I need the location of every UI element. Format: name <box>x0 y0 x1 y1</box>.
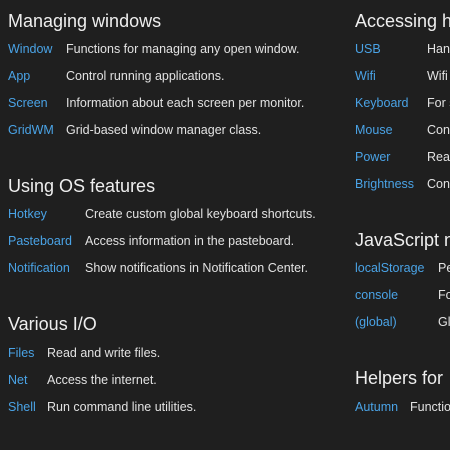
item-description: Control running applications. <box>66 69 225 83</box>
list-item: Hotkey Create custom global keyboard sho… <box>8 201 316 228</box>
list-item: Power Read <box>355 144 450 171</box>
list-item: Files Read and write files. <box>8 340 196 367</box>
section-helpers: Helpers for Autumn Functio <box>355 367 450 421</box>
list-item: App Control running applications. <box>8 63 304 90</box>
item-description: Fo <box>438 288 450 302</box>
list-item: USB Han <box>355 36 450 63</box>
link-app[interactable]: App <box>8 63 66 90</box>
link-net[interactable]: Net <box>8 367 47 394</box>
item-description: Read <box>427 150 450 164</box>
list-item: Keyboard For s <box>355 90 450 117</box>
link-power[interactable]: Power <box>355 144 427 171</box>
list-item: Shell Run command line utilities. <box>8 394 196 421</box>
list-item: Wifi Wifi <box>355 63 450 90</box>
section-title: JavaScript n <box>355 230 450 250</box>
item-description: For s <box>427 96 450 110</box>
list-item: GridWM Grid-based window manager class. <box>8 117 304 144</box>
link-gridwm[interactable]: GridWM <box>8 117 66 144</box>
list-item: Pasteboard Access information in the pas… <box>8 228 316 255</box>
link-brightness[interactable]: Brightness <box>355 171 427 198</box>
list-item: Notification Show notifications in Notif… <box>8 255 316 282</box>
section-javascript: JavaScript n localStorage Pe console Fo … <box>355 229 450 336</box>
item-description: Create custom global keyboard shortcuts. <box>85 207 316 221</box>
item-description: Grid-based window manager class. <box>66 123 262 137</box>
list-item: Brightness Con <box>355 171 450 198</box>
list-item: Screen Information about each screen per… <box>8 90 304 117</box>
link-global[interactable]: (global) <box>355 309 438 336</box>
section-title: Accessing h <box>355 11 450 31</box>
item-list: localStorage Pe console Fo (global) Gl <box>355 255 450 336</box>
link-shell[interactable]: Shell <box>8 394 47 421</box>
item-description: Functions for managing any open window. <box>66 42 300 56</box>
section-managing-windows: Managing windows Window Functions for ma… <box>8 10 304 144</box>
link-screen[interactable]: Screen <box>8 90 66 117</box>
list-item: localStorage Pe <box>355 255 450 282</box>
item-description: Show notifications in Notification Cente… <box>85 261 309 275</box>
list-item: Mouse Con <box>355 117 450 144</box>
item-description: Han <box>427 42 450 56</box>
item-description: Gl <box>438 315 450 329</box>
list-item: Window Functions for managing any open w… <box>8 36 304 63</box>
link-console[interactable]: console <box>355 282 438 309</box>
item-description: Read and write files. <box>47 346 161 360</box>
list-item: (global) Gl <box>355 309 450 336</box>
item-list: Files Read and write files. Net Access t… <box>8 340 196 421</box>
link-window[interactable]: Window <box>8 36 66 63</box>
item-list: Window Functions for managing any open w… <box>8 36 304 144</box>
item-description: Run command line utilities. <box>47 400 197 414</box>
item-description: Pe <box>438 261 450 275</box>
link-autumn[interactable]: Autumn <box>355 394 410 421</box>
link-keyboard[interactable]: Keyboard <box>355 90 427 117</box>
item-description: Wifi <box>427 69 448 83</box>
section-various-io: Various I/O Files Read and write files. … <box>8 313 196 421</box>
list-item: Autumn Functio <box>355 394 450 421</box>
item-description: Access information in the pasteboard. <box>85 234 295 248</box>
link-mouse[interactable]: Mouse <box>355 117 427 144</box>
section-title: Managing windows <box>8 11 162 31</box>
item-description: Con <box>427 177 450 191</box>
link-notification[interactable]: Notification <box>8 255 85 282</box>
link-files[interactable]: Files <box>8 340 47 367</box>
link-usb[interactable]: USB <box>355 36 427 63</box>
link-wifi[interactable]: Wifi <box>355 63 427 90</box>
section-title: Various I/O <box>8 314 97 334</box>
item-description: Access the internet. <box>47 373 157 387</box>
link-pasteboard[interactable]: Pasteboard <box>8 228 85 255</box>
item-list: Hotkey Create custom global keyboard sho… <box>8 201 316 282</box>
item-description: Con <box>427 123 450 137</box>
section-accessing-hardware: Accessing h USB Han Wifi Wifi Keyboard F… <box>355 10 450 198</box>
section-using-os-features: Using OS features Hotkey Create custom g… <box>8 175 316 282</box>
item-list: USB Han Wifi Wifi Keyboard For s Mouse C… <box>355 36 450 198</box>
section-title: Using OS features <box>8 176 156 196</box>
link-hotkey[interactable]: Hotkey <box>8 201 85 228</box>
link-localstorage[interactable]: localStorage <box>355 255 438 282</box>
list-item: console Fo <box>355 282 450 309</box>
item-description: Information about each screen per monito… <box>66 96 305 110</box>
item-list: Autumn Functio <box>355 394 450 421</box>
section-title: Helpers for <box>355 368 444 388</box>
item-description: Functio <box>410 400 450 414</box>
list-item: Net Access the internet. <box>8 367 196 394</box>
